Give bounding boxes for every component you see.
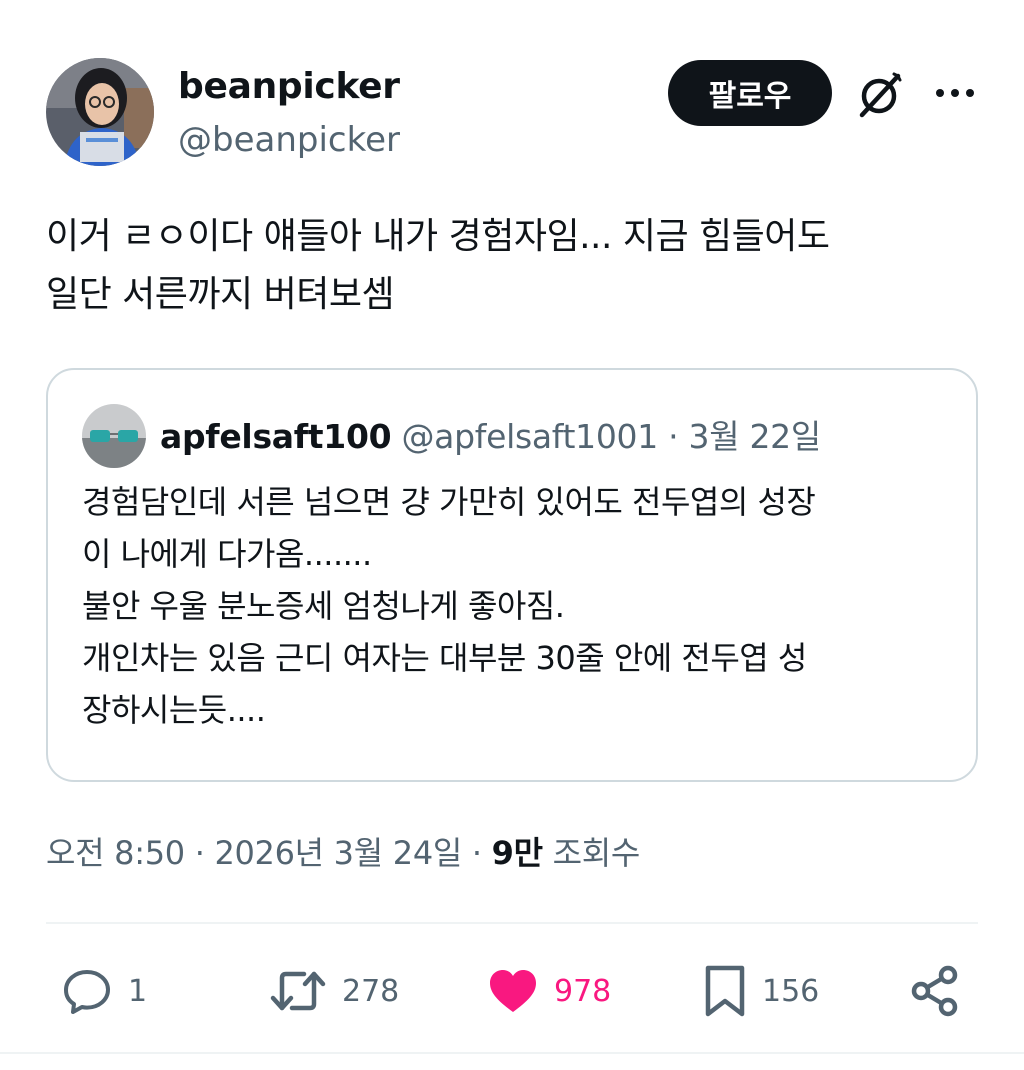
heart-icon (490, 970, 536, 1012)
bookmark-count: 156 (762, 973, 820, 1009)
reply-button[interactable]: 1 (60, 956, 147, 1026)
quoted-text: 경험담인데 서른 넘으면 걍 가만히 있어도 전두엽의 성장 이 나에게 다가옴… (82, 476, 952, 736)
quoted-separator: · (668, 417, 679, 456)
quoted-date[interactable]: 3월 22일 (689, 417, 822, 456)
author-display-name[interactable]: beanpicker (178, 66, 400, 107)
author-avatar[interactable] (46, 58, 154, 166)
grok-icon[interactable] (854, 70, 904, 120)
action-bar: 1 278 978 156 (46, 956, 978, 1026)
tweet-text-line: 이거 ㄹㅇ이다 얘들아 내가 경험자임... 지금 힘들어도 (46, 216, 830, 257)
views-label: 조회수 (552, 834, 641, 872)
tweet-meta: 오전 8:50 · 2026년 3월 24일 · 9만 조회수 (46, 828, 640, 874)
meta-separator: · (194, 834, 205, 872)
tweet-header: beanpicker @beanpicker 팔로우 (46, 58, 978, 170)
quoted-text-line: 장하시는듯.... (82, 691, 266, 729)
divider (46, 922, 978, 924)
quoted-text-line: 경험담인데 서른 넘으면 걍 가만히 있어도 전두엽의 성장 (82, 483, 816, 521)
quoted-display-name[interactable]: apfelsaft100 (160, 417, 392, 456)
quoted-text-line: 불안 우울 분노증세 엄청나게 좋아짐. (82, 587, 565, 625)
views-count[interactable]: 9만 (492, 834, 543, 872)
share-icon (911, 965, 958, 1017)
tweet-date[interactable]: 2026년 3월 24일 (214, 834, 462, 872)
tweet-text-line: 일단 서른까지 버텨보셈 (46, 274, 395, 315)
follow-button[interactable]: 팔로우 (668, 60, 832, 126)
quoted-text-line: 이 나에게 다가옴....... (82, 535, 372, 573)
tweet-text: 이거 ㄹㅇ이다 얘들아 내가 경험자임... 지금 힘들어도 일단 서른까지 버… (46, 208, 986, 324)
quoted-handle[interactable]: @apfelsaft1001 (401, 417, 658, 456)
like-count: 978 (554, 973, 612, 1009)
bottom-divider (0, 1052, 1024, 1054)
quoted-text-line: 개인차는 있음 근디 여자는 대부분 30줄 안에 전두엽 성 (82, 639, 807, 677)
retweet-count: 278 (342, 973, 400, 1009)
bookmark-button[interactable]: 156 (702, 956, 819, 1026)
bookmark-icon (705, 965, 745, 1017)
quoted-header: apfelsaft100 @apfelsaft1001 · 3월 22일 (160, 410, 821, 458)
like-button[interactable]: 978 (486, 956, 611, 1026)
meta-separator: · (471, 834, 482, 872)
share-button[interactable] (908, 956, 962, 1026)
tweet-time[interactable]: 오전 8:50 (46, 834, 185, 872)
reply-count: 1 (128, 973, 148, 1009)
quoted-author-avatar[interactable] (82, 404, 146, 468)
author-handle[interactable]: @beanpicker (178, 120, 400, 160)
retweet-icon (270, 971, 326, 1011)
reply-icon (64, 970, 110, 1014)
retweet-button[interactable]: 278 (268, 956, 399, 1026)
more-options-icon[interactable] (932, 70, 978, 116)
quoted-tweet[interactable]: apfelsaft100 @apfelsaft1001 · 3월 22일 경험담… (46, 368, 978, 782)
